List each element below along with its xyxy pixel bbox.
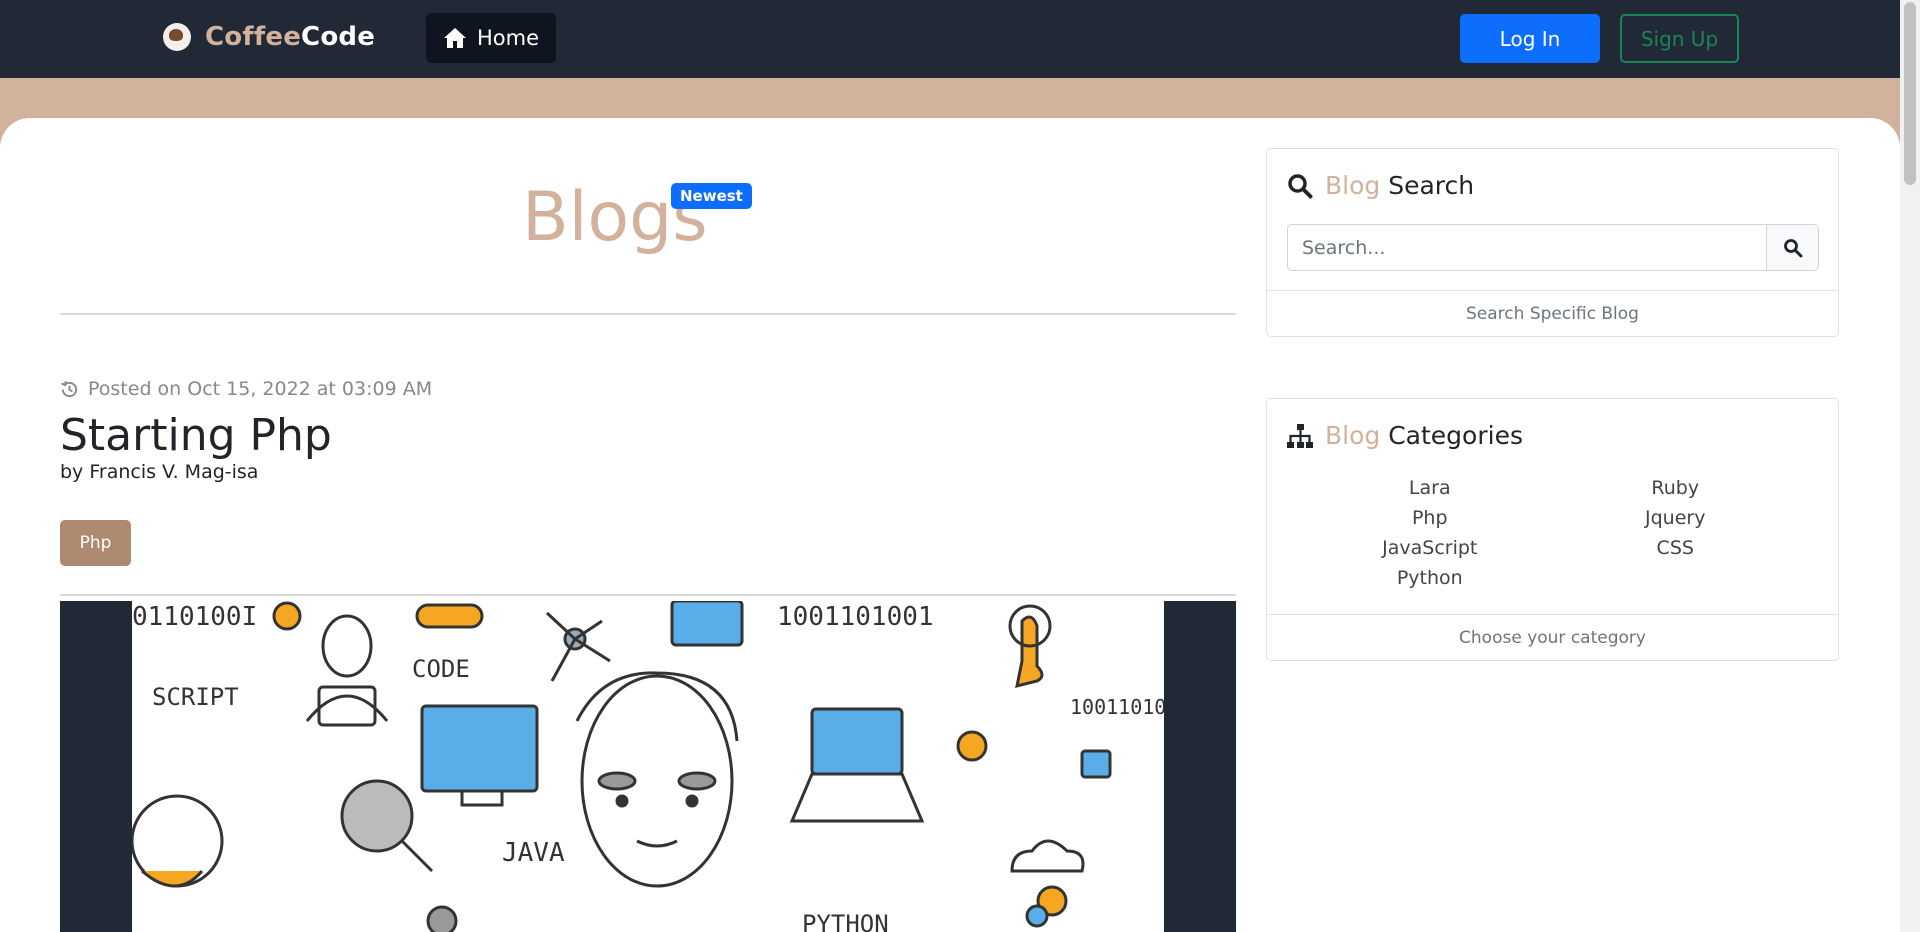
blog-categories-title-text: Blog Categories bbox=[1325, 421, 1523, 450]
blog-categories-card: Blog Categories Lara Php JavaScript Pyth… bbox=[1266, 398, 1839, 661]
doodle-java: JAVA bbox=[502, 838, 565, 868]
top-navbar: CoffeeCode Home Log In Sign Up bbox=[0, 0, 1900, 78]
brand-name-part2: Code bbox=[301, 22, 376, 52]
divider bbox=[60, 313, 1236, 315]
post-title[interactable]: Starting Php bbox=[60, 410, 332, 461]
main-content: Blogs Newest Posted on Oct 15, 2022 at 0… bbox=[0, 118, 1900, 932]
category-jquery[interactable]: Jquery bbox=[1645, 503, 1705, 533]
history-icon bbox=[61, 380, 78, 397]
search-icon bbox=[1783, 238, 1802, 257]
scrollbar-thumb[interactable] bbox=[1904, 2, 1916, 185]
category-column-left: Lara Php JavaScript Python bbox=[1307, 473, 1553, 593]
brand-link[interactable]: CoffeeCode bbox=[163, 22, 375, 52]
post-author: by Francis V. Mag-isa bbox=[60, 461, 259, 483]
category-php[interactable]: Php bbox=[1412, 503, 1448, 533]
post-cover-image: 0110100I 1001101001 10011010 CODE SCRIPT… bbox=[60, 601, 1236, 932]
post-tag[interactable]: Php bbox=[60, 520, 131, 566]
brand-name: CoffeeCode bbox=[205, 22, 375, 52]
coffee-logo-icon bbox=[163, 23, 191, 51]
post-date-text: Posted on Oct 15, 2022 at 03:09 AM bbox=[88, 378, 433, 400]
search-input[interactable] bbox=[1287, 224, 1767, 271]
doodle-binary-1: 0110100I bbox=[132, 602, 257, 632]
category-python[interactable]: Python bbox=[1397, 563, 1463, 593]
doodle-code: CODE bbox=[412, 655, 470, 683]
category-column-right: Ruby Jquery CSS bbox=[1553, 473, 1799, 593]
search-button[interactable] bbox=[1767, 224, 1819, 271]
doodle-script: SCRIPT bbox=[152, 683, 239, 711]
login-button[interactable]: Log In bbox=[1460, 14, 1600, 63]
blog-categories-title-accent: Blog bbox=[1325, 421, 1381, 450]
blog-search-title-rest: Search bbox=[1388, 171, 1475, 200]
category-ruby[interactable]: Ruby bbox=[1651, 473, 1699, 503]
blog-search-title: Blog Search bbox=[1287, 171, 1474, 200]
blog-categories-title-rest: Categories bbox=[1388, 421, 1523, 450]
doodle-binary-2: 1001101001 bbox=[777, 602, 934, 632]
post-date: Posted on Oct 15, 2022 at 03:09 AM bbox=[60, 378, 432, 400]
blog-search-title-accent: Blog bbox=[1325, 171, 1381, 200]
blog-search-title-text: Blog Search bbox=[1325, 171, 1474, 200]
category-list: Lara Php JavaScript Python Ruby Jquery C… bbox=[1267, 473, 1838, 593]
home-icon bbox=[443, 28, 466, 48]
nav-home-link[interactable]: Home bbox=[426, 13, 556, 63]
coding-doodle-illustration: 0110100I 1001101001 10011010 CODE SCRIPT… bbox=[132, 601, 1164, 932]
signup-button[interactable]: Sign Up bbox=[1620, 14, 1739, 63]
brand-name-part1: Coffee bbox=[205, 22, 302, 52]
search-group bbox=[1287, 224, 1819, 271]
search-icon bbox=[1288, 173, 1313, 198]
nav-home-label: Home bbox=[476, 26, 539, 50]
blog-search-card: Blog Search Search Specific Blog bbox=[1266, 148, 1839, 337]
divider bbox=[60, 594, 1236, 596]
categories-card-footer: Choose your category bbox=[1267, 614, 1838, 660]
newest-badge: Newest bbox=[671, 183, 752, 209]
category-lara[interactable]: Lara bbox=[1409, 473, 1451, 503]
sitemap-icon bbox=[1287, 423, 1313, 448]
doodle-binary-3: 10011010 bbox=[1070, 695, 1164, 719]
page-scrollbar[interactable] bbox=[1900, 0, 1920, 932]
search-card-footer: Search Specific Blog bbox=[1267, 290, 1838, 336]
category-javascript[interactable]: JavaScript bbox=[1382, 533, 1477, 563]
blog-categories-title: Blog Categories bbox=[1287, 421, 1523, 450]
doodle-python: PYTHON bbox=[802, 910, 889, 932]
category-css[interactable]: CSS bbox=[1657, 533, 1694, 563]
